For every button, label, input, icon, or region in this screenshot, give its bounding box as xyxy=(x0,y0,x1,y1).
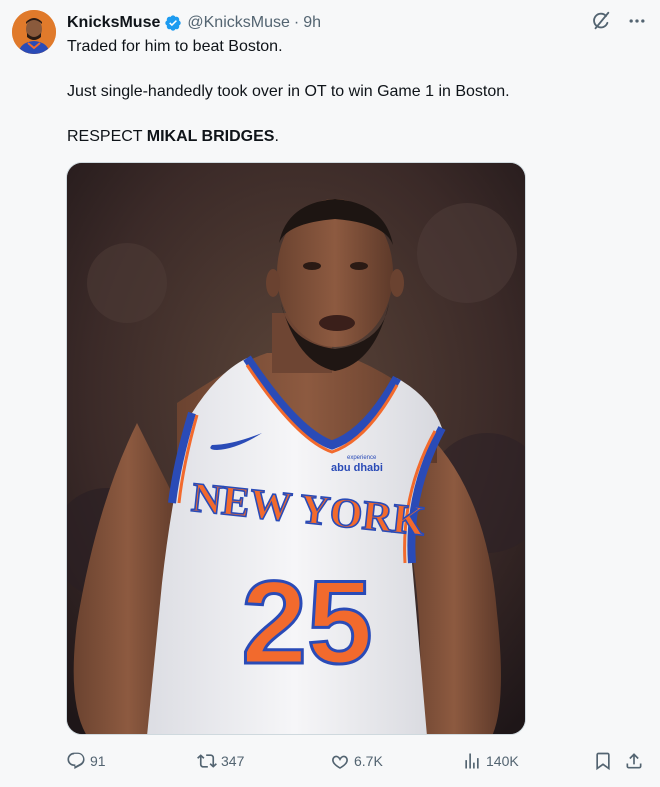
tweet-text-line-2: Just single-handedly took over in OT to … xyxy=(67,83,510,100)
tweet-text-line-3: RESPECT MIKAL BRIDGES. xyxy=(67,127,279,147)
timestamp[interactable]: 9h xyxy=(303,14,321,32)
like-icon xyxy=(332,755,348,769)
period: . xyxy=(274,128,279,145)
views-icon xyxy=(465,753,479,769)
verified-icon xyxy=(164,14,182,32)
action-bar: 91 347 6.7K 140K xyxy=(66,748,646,774)
grok-icon[interactable] xyxy=(590,10,612,32)
player-name: MIKAL BRIDGES xyxy=(146,128,275,145)
share-icon xyxy=(626,753,642,769)
bookmark-icon xyxy=(596,752,610,771)
share-button[interactable] xyxy=(624,751,644,771)
bookmark-button[interactable] xyxy=(593,751,613,771)
author-name[interactable]: KnicksMuse xyxy=(67,14,160,32)
tweet-photo[interactable]: experience abu dhabi NEW YORK 25 xyxy=(66,162,526,735)
views-button[interactable]: 140K xyxy=(462,751,519,771)
reply-button[interactable]: 91 xyxy=(66,751,106,771)
like-button[interactable]: 6.7K xyxy=(330,751,383,771)
separator-dot: · xyxy=(293,14,300,31)
retweet-button[interactable]: 347 xyxy=(197,751,244,771)
jersey-number: 25 xyxy=(241,557,372,689)
more-icon[interactable] xyxy=(626,10,648,32)
avatar[interactable] xyxy=(12,10,56,54)
author-handle[interactable]: @KnicksMuse xyxy=(187,14,290,32)
jersey-sponsor-small: experience xyxy=(347,455,377,461)
respect-text: RESPECT xyxy=(67,128,147,145)
retweet-icon xyxy=(197,754,217,768)
like-count: 6.7K xyxy=(354,753,383,769)
jersey-sponsor: abu dhabi xyxy=(331,462,383,474)
views-count: 140K xyxy=(486,753,519,769)
top-actions xyxy=(590,10,648,32)
reply-icon xyxy=(67,752,85,770)
tweet-header: KnicksMuse @KnicksMuse · 9h xyxy=(67,13,321,33)
reply-count: 91 xyxy=(90,753,106,769)
tweet-card[interactable]: KnicksMuse @KnicksMuse · 9h Traded for h… xyxy=(0,0,660,787)
tweet-text-line-1: Traded for him to beat Boston. xyxy=(67,38,283,55)
retweet-count: 347 xyxy=(221,753,245,769)
